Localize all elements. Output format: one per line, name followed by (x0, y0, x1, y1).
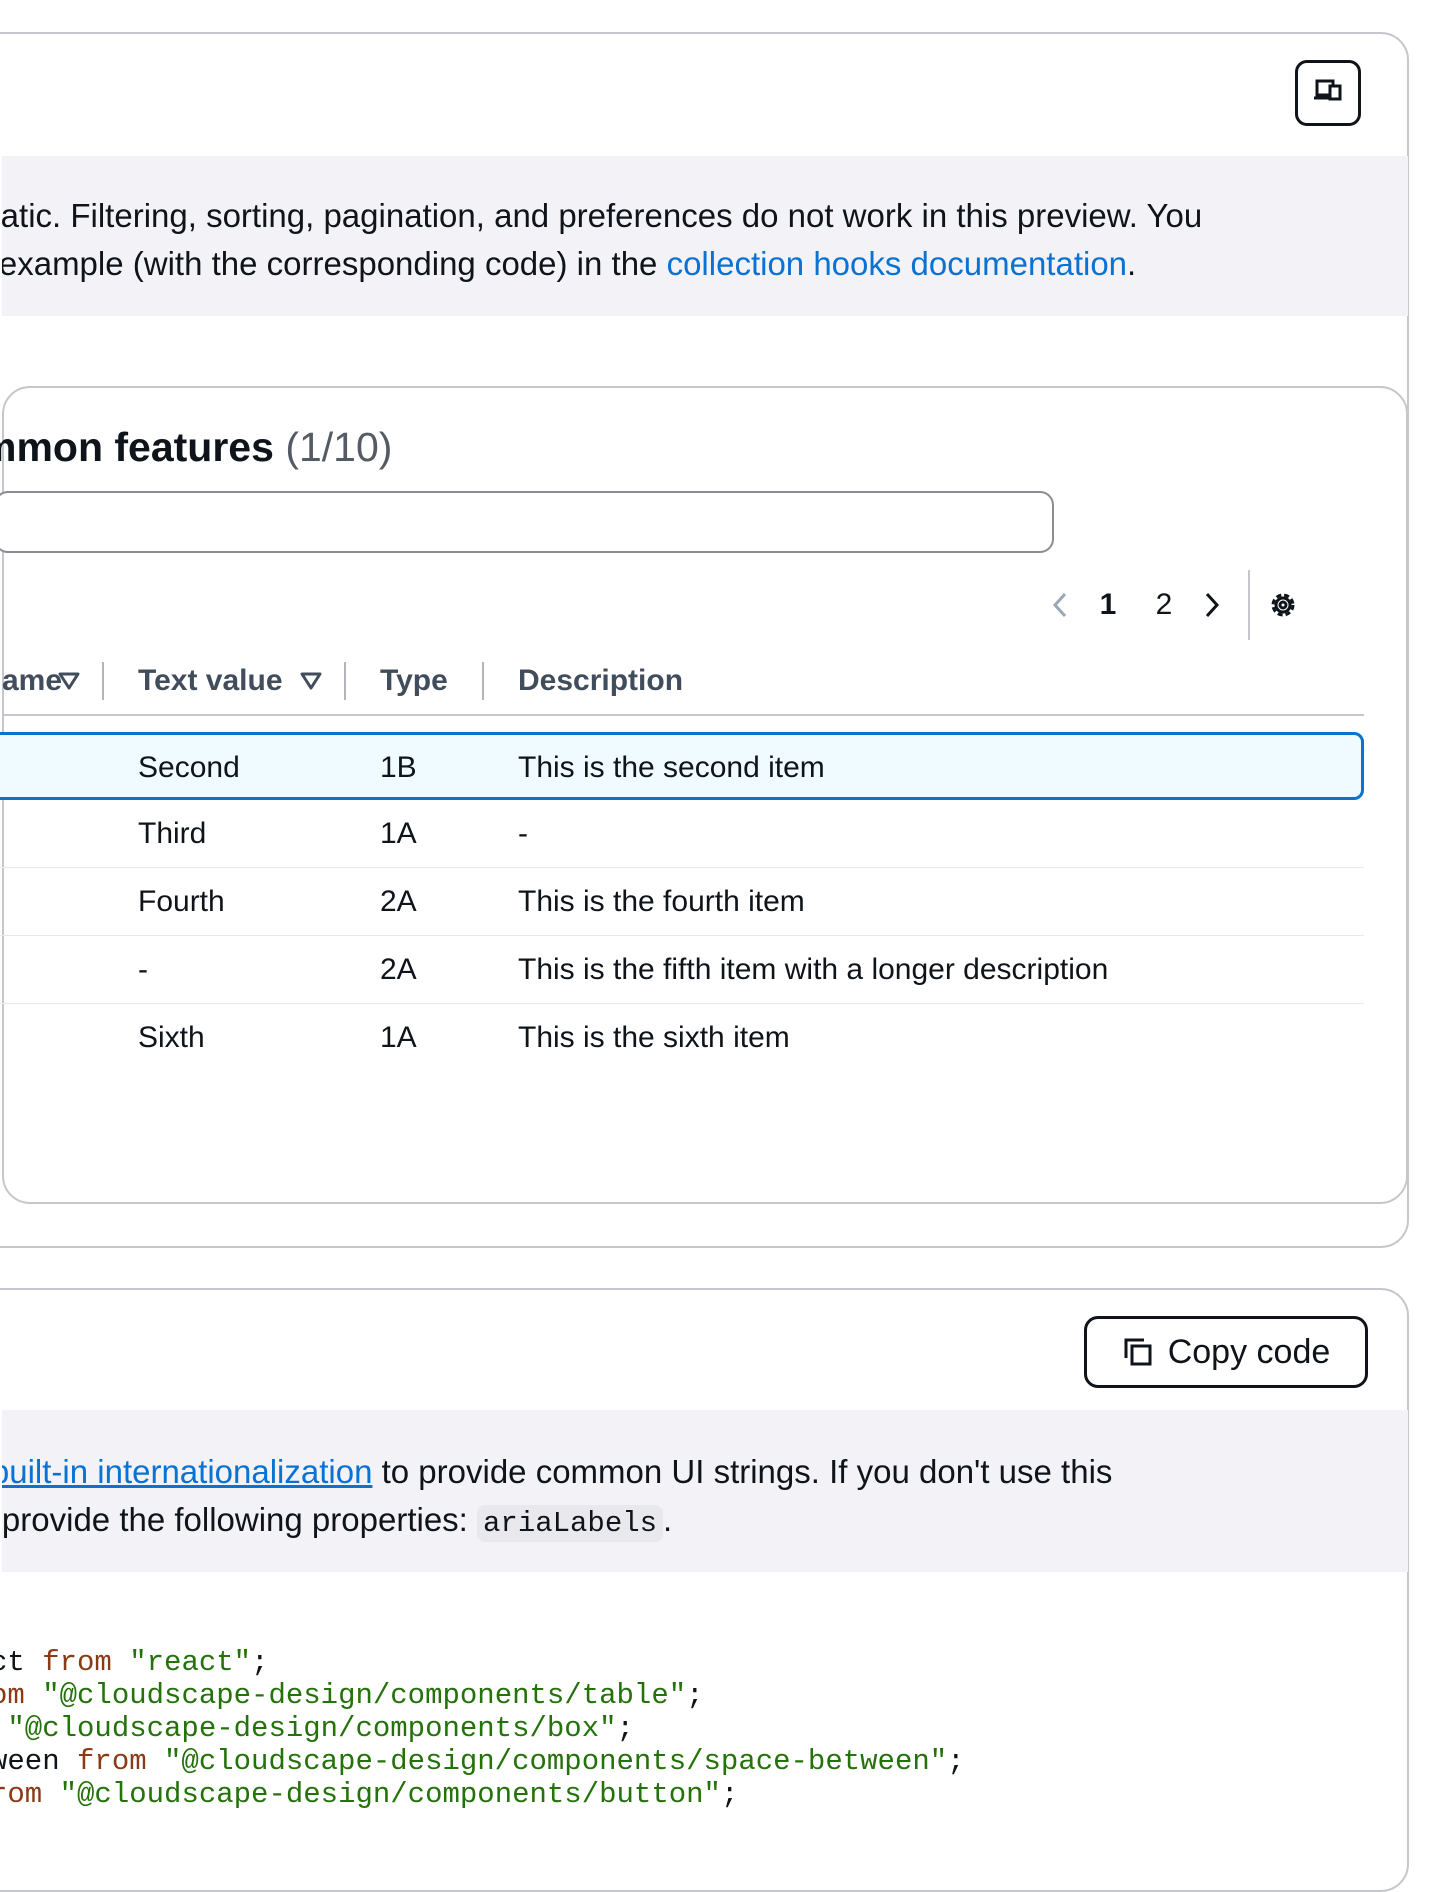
settings-gear-icon[interactable] (1268, 590, 1298, 620)
alert-line-2: per example (with the corresponding code… (2, 240, 1348, 288)
code-line: rom "@cloudscape-design/components/butto… (0, 1778, 1396, 1811)
cell-text-value: Third (138, 817, 207, 850)
cell-description: This is the fifth item with a longer des… (518, 953, 1109, 986)
column-resizer[interactable] (102, 662, 104, 700)
page-1-button[interactable]: 1 (1080, 588, 1136, 622)
chevron-right-icon[interactable] (1192, 591, 1232, 619)
code-line: ct from "react"; (0, 1646, 1396, 1679)
code-line: ween from "@cloudscape-design/components… (0, 1745, 1396, 1778)
sort-down-icon[interactable] (300, 672, 322, 695)
column-resizer[interactable] (344, 662, 346, 700)
device-preview-button[interactable] (1295, 60, 1361, 126)
column-header-type[interactable]: Type (380, 650, 448, 712)
cell-text-value: Sixth (138, 1021, 205, 1054)
alert-text: . (663, 1501, 673, 1538)
sort-down-icon[interactable] (58, 672, 80, 695)
preview-panel: is static. Filtering, sorting, paginatio… (0, 32, 1409, 1248)
alert-line-1: uses built-in internationalization to pr… (2, 1448, 1318, 1496)
table-title: mmon features (0, 424, 274, 470)
table-row-selected[interactable]: Second 1B This is the second item (0, 732, 1364, 800)
copy-code-label: Copy code (1167, 1332, 1331, 1371)
code-text: ; (686, 1679, 704, 1712)
table-header-row: ame Text value Type Description (2, 650, 1364, 716)
code-string: "@cloudscape-design/components/button" (59, 1778, 721, 1811)
alert-text: per example (with the corresponding code… (2, 245, 667, 282)
alert-text-end: . (1127, 245, 1137, 282)
internationalization-link[interactable]: built-in internationalization (2, 1453, 372, 1490)
cell-text-value: Second (138, 751, 240, 784)
filter-input[interactable] (0, 491, 1054, 553)
column-resizer[interactable] (482, 662, 484, 700)
cell-description: This is the sixth item (518, 1021, 790, 1054)
pagination: 1 2 (1040, 570, 1298, 640)
alert-line-1: is static. Filtering, sorting, paginatio… (2, 197, 1203, 234)
selected-count: (1/10) (285, 424, 393, 470)
code-keyword: rom (0, 1778, 43, 1811)
code-line: "@cloudscape-design/components/box"; (0, 1712, 1396, 1745)
collection-hooks-link[interactable]: collection hooks documentation (667, 245, 1127, 282)
code-string: "@cloudscape-design/components/table" (42, 1679, 687, 1712)
code-text: ct (0, 1646, 25, 1679)
table-row[interactable]: Third 1A - (0, 800, 1364, 868)
cell-text-value: - (138, 953, 148, 986)
table-row[interactable]: Fourth 2A This is the fourth item (0, 868, 1364, 936)
code-keyword: om (0, 1679, 25, 1712)
table-row[interactable]: - 2A This is the fifth item with a longe… (0, 936, 1364, 1004)
info-alert: is static. Filtering, sorting, paginatio… (2, 156, 1408, 316)
table-container: mmon features (1/10) 1 2 ame Text value … (0, 386, 1408, 1204)
page-2-button[interactable]: 2 (1136, 588, 1192, 622)
code-text: ; (947, 1745, 965, 1778)
alert-line-2: hould provide the following properties: … (2, 1496, 1318, 1548)
alert-text: hould provide the following properties: (2, 1501, 468, 1538)
pagination-divider (1248, 570, 1250, 640)
code-text: ; (251, 1646, 269, 1679)
cell-description: This is the second item (518, 751, 825, 784)
code-text: ; (616, 1712, 634, 1745)
copy-icon (1122, 1336, 1154, 1368)
copy-code-button[interactable]: Copy code (1084, 1316, 1368, 1388)
code-text: ween (0, 1745, 60, 1778)
column-header-text-value[interactable]: Text value (138, 650, 283, 712)
table-row[interactable]: Sixth 1A This is the sixth item (0, 1004, 1364, 1072)
cell-type: 2A (380, 953, 417, 986)
inline-code: ariaLabels (477, 1505, 664, 1542)
column-header-description[interactable]: Description (518, 650, 683, 712)
code-string: "react" (129, 1646, 252, 1679)
code-string: "@cloudscape-design/components/space-bet… (164, 1745, 948, 1778)
cell-type: 1A (380, 1021, 417, 1054)
cell-description: This is the fourth item (518, 885, 805, 918)
code-line: om "@cloudscape-design/components/table"… (0, 1679, 1396, 1712)
table-header: mmon features (1/10) (0, 424, 392, 471)
code-panel: Copy code uses built-in internationaliza… (0, 1288, 1409, 1892)
code-string: "@cloudscape-design/components/box" (7, 1712, 617, 1745)
cell-type: 1B (380, 751, 417, 784)
cell-type: 1A (380, 817, 417, 850)
code-keyword: from (77, 1745, 165, 1778)
code-text: ; (720, 1778, 739, 1811)
column-header-name[interactable]: ame (2, 650, 62, 712)
code-keyword: from (42, 1646, 130, 1679)
code-block: ct from "react";om "@cloudscape-design/c… (0, 1646, 1408, 1811)
alert-text: to provide common UI strings. If you don… (372, 1453, 1113, 1490)
i18n-alert: uses built-in internationalization to pr… (2, 1410, 1408, 1572)
devices-icon (1313, 79, 1343, 108)
cell-text-value: Fourth (138, 885, 225, 918)
cell-type: 2A (380, 885, 417, 918)
chevron-left-icon[interactable] (1040, 591, 1080, 619)
cell-description: - (518, 817, 528, 850)
